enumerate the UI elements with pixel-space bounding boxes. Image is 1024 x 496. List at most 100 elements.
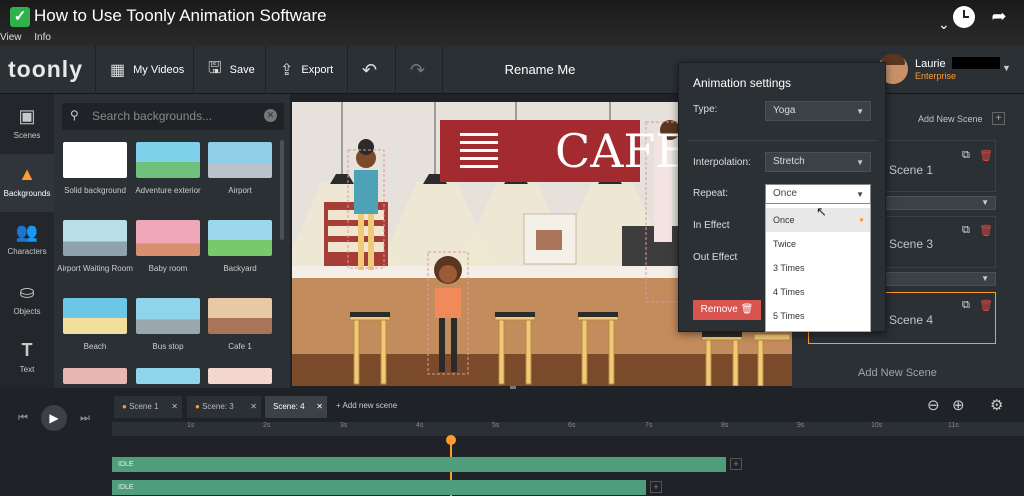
floppy-icon: 🖫 [208,59,222,77]
user-plan: Enterprise [915,71,957,81]
animation-settings-title: Animation settings [693,76,792,90]
bg-thumb-adventure[interactable] [136,142,200,178]
settings-gear-icon[interactable]: ⚙ [990,396,1003,414]
my-videos-label: My Videos [133,64,185,76]
bg-thumb-baby-room[interactable] [136,220,200,256]
ruler-tick: 10s [871,422,883,429]
interpolation-select[interactable]: Stretch ▼ [765,152,871,172]
close-tab-icon[interactable]: ✕ [316,396,323,418]
sidebar-item-objects[interactable]: ⛀ Objects [0,272,54,330]
chevron-down-icon: ▼ [981,274,989,283]
undo-icon: ↶ [362,59,378,80]
skip-back-icon[interactable]: ⏮ [18,412,28,425]
add-new-scene-bottom[interactable]: Add New Scene [858,367,937,379]
chevron-down-icon[interactable]: ⌄ [938,14,950,34]
bg-thumb-bus-stop[interactable] [136,298,200,334]
menu-view[interactable]: View [0,32,22,43]
timeline-tab[interactable]: ● Scene 1 ✕ [114,396,182,418]
type-select[interactable]: Yoga ▼ [765,101,871,121]
sidebar-item-backgrounds[interactable]: ▲ Backgrounds [0,154,54,212]
resize-handle[interactable] [510,386,516,389]
bg-thumb-partial[interactable] [136,368,200,384]
play-icon: ▶ [49,411,59,425]
repeat-option[interactable]: Twice [766,232,870,256]
ruler-tick: 6s [568,422,576,429]
trash-icon[interactable]: 🗑 [979,299,993,312]
skip-forward-icon[interactable]: ⏭ [80,412,90,425]
repeat-label: Repeat: [693,188,729,199]
chevron-down-icon: ▼ [856,190,864,199]
sidebar-item-text[interactable]: T Text [0,330,54,388]
bg-thumb-airport[interactable] [208,142,272,178]
duplicate-icon[interactable]: ⧉ [962,224,970,237]
trash-icon[interactable]: 🗑 [979,224,993,237]
bg-thumb-backyard[interactable] [208,220,272,256]
zoom-out-icon[interactable]: ⊖ [927,396,940,414]
add-new-scene-top[interactable]: Add New Scene [918,114,983,124]
timeline-tab-label: Scene: 3 [202,402,234,411]
undo-button[interactable]: ↶ [347,46,395,94]
toonly-logo: toonly [8,56,83,82]
project-name[interactable]: Rename Me [420,46,660,94]
repeat-value: Once [773,188,797,199]
repeat-option[interactable]: 5 Times [766,304,870,328]
interpolation-label: Interpolation: [693,157,751,168]
backgrounds-icon: ▲ [18,164,36,184]
transition-select[interactable]: ▼ [880,272,996,286]
trash-icon[interactable]: 🗑 [979,149,993,162]
transition-select[interactable]: ▼ [880,196,996,210]
bg-thumb-beach[interactable] [63,298,127,334]
bg-thumb-cafe-1[interactable] [208,298,272,334]
redacted-block [952,57,1000,69]
repeat-select[interactable]: Once ▼ [765,184,871,204]
close-tab-icon[interactable]: ✕ [250,396,257,418]
account-dropdown-icon[interactable]: ▼ [1002,63,1011,73]
bg-thumb-partial[interactable] [63,368,127,384]
checkmark-icon: ✓ [10,7,30,27]
search-backgrounds-input[interactable]: Search backgrounds... [62,103,284,130]
add-scene-icon[interactable]: + [992,112,1005,125]
add-new-scene-tab[interactable]: + Add new scene [336,401,397,410]
clear-search-icon[interactable]: ✕ [264,109,277,122]
sidebar-item-scenes[interactable]: ▣ Scenes [0,96,54,154]
timeline-track[interactable]: IDLE [112,457,726,472]
close-tab-icon[interactable]: ✕ [171,396,178,418]
video-title[interactable]: How to Use Toonly Animation Software [34,6,327,26]
repeat-option-label: Once [773,215,795,225]
selected-dot-icon: ● [859,215,864,224]
add-track-icon[interactable]: + [730,458,742,470]
duplicate-icon[interactable]: ⧉ [962,149,970,162]
add-new-scene-label: Add new scene [342,401,398,410]
panel-scrollbar[interactable] [280,140,284,240]
duplicate-icon[interactable]: ⧉ [962,299,970,312]
timeline-tab-active[interactable]: Scene: 4 ✕ [265,396,327,418]
my-videos-button[interactable]: ▦ My Videos [95,46,193,94]
ruler-tick: 7s [645,422,653,429]
export-button[interactable]: ⇪ Export [265,46,347,94]
timeline-ruler[interactable]: 1s 2s 3s 4s 5s 6s 7s 8s 9s 10s 11s [112,422,1024,436]
bg-thumb-partial[interactable] [208,368,272,384]
timeline-track[interactable]: IDLE [112,480,646,495]
timeline-tab[interactable]: ● Scene: 3 ✕ [187,396,261,418]
remove-button[interactable]: Remove 🗑 [693,300,761,320]
menu-info[interactable]: Info [34,32,51,43]
play-button[interactable]: ▶ [41,405,67,431]
repeat-option[interactable]: 3 Times [766,256,870,280]
ruler-tick: 11s [948,422,959,429]
bg-thumb-airport-waiting[interactable] [63,220,127,256]
scene-card-title: Scene 4 [889,313,934,327]
divider [688,140,876,141]
bg-thumb-solid[interactable] [63,142,127,178]
save-button[interactable]: 🖫 Save [193,46,265,94]
ruler-tick: 3s [340,422,348,429]
zoom-in-icon[interactable]: ⊕ [952,396,965,414]
scene-card-title: Scene 1 [889,163,934,177]
add-track-icon[interactable]: + [650,481,662,493]
sidebar-item-characters[interactable]: 👥 Characters [0,212,54,270]
search-icon: ⚲ [70,108,79,122]
share-icon[interactable]: ➦ [988,6,1010,26]
export-label: Export [301,64,334,76]
clock-icon[interactable] [953,6,975,28]
repeat-option[interactable]: 4 Times [766,280,870,304]
timeline-tab-label: Scene: 4 [273,402,305,411]
